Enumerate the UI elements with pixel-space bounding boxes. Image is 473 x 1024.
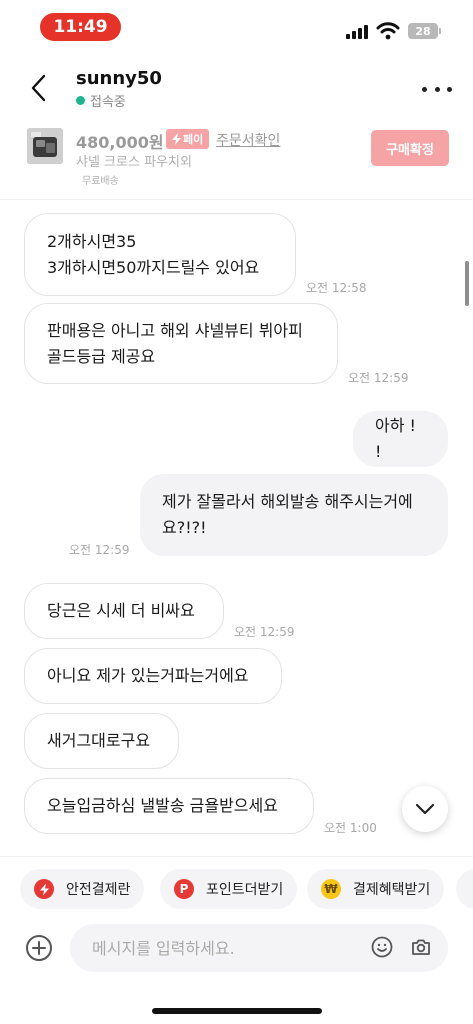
- cellular-signal-icon: [346, 25, 370, 39]
- message-line: 아니요 제가 있는거파는거에요: [47, 666, 249, 685]
- message-input-bar: [0, 922, 473, 978]
- message-text: 제가 잘몰라서 해외발송 해주시는거에요?!?!: [162, 489, 413, 541]
- pay-badge: 페이: [166, 129, 210, 149]
- product-thumbnail[interactable]: [27, 128, 63, 164]
- add-attachment-button[interactable]: [26, 935, 52, 961]
- message-bubble[interactable]: 2개하시면35 3개하시면50까지드릴수 있어요: [24, 213, 296, 296]
- message-bubble[interactable]: 아니요 제가 있는거파는거에요: [24, 648, 282, 704]
- product-title: 샤넬 크로스 파우치외: [76, 155, 192, 170]
- chip-label: 포인트더받기: [206, 882, 284, 898]
- message-bubble[interactable]: 새거그대로구요: [24, 713, 179, 769]
- seller-name[interactable]: sunny50: [76, 68, 162, 89]
- message-line: 3개하시면50까지드릴수 있어요: [47, 257, 260, 277]
- product-info-bar: 480,000원 페이 주문서확인 샤넬 크로스 파우치외 무료배송 구매확정: [0, 120, 473, 200]
- wifi-icon: [376, 22, 400, 40]
- quick-action-bar: 안전결제란 P 포인트더받기 ₩ 결제혜택받기: [0, 856, 473, 920]
- more-options-button[interactable]: [422, 82, 452, 96]
- pay-badge-label: 페이: [183, 133, 204, 146]
- message-line: 오늘입금하심 낼발송 금욜받으세요: [47, 796, 278, 815]
- more-dot-icon: [447, 86, 452, 92]
- message-time: 오전 12:59: [348, 371, 409, 385]
- status-bar: 11:49 28: [0, 0, 473, 52]
- point-p-icon: P: [174, 879, 194, 899]
- message-bubble[interactable]: 당근은 시세 더 비싸요: [24, 583, 224, 639]
- message-text: 판매용은 아니고 해외 샤넬뷰티 뷔아피골드등급 제공요: [47, 318, 303, 370]
- safe-payment-chip[interactable]: 안전결제란: [20, 869, 145, 909]
- message-bubble-mine[interactable]: 아하 ! !: [353, 411, 448, 467]
- more-dot-icon: [434, 86, 440, 92]
- purchase-confirm-button[interactable]: 구매확정: [371, 130, 449, 166]
- payment-benefit-chip[interactable]: ₩ 결제혜택받기: [307, 869, 445, 909]
- message-time: 오전 12:58: [306, 281, 367, 295]
- message-time: 오전 12:59: [69, 543, 130, 557]
- message-line: 2개하시면35: [47, 231, 137, 251]
- camera-icon[interactable]: [410, 936, 432, 958]
- message-line: 판매용은 아니고 해외 샤넬뷰티 뷔아피: [47, 320, 303, 340]
- shipping-label: 무료배송: [82, 176, 119, 187]
- lightning-icon: [172, 133, 181, 145]
- overflow-chip[interactable]: [456, 869, 473, 909]
- chip-label: 안전결제란: [66, 882, 131, 898]
- message-text: 2개하시면35 3개하시면50까지드릴수 있어요: [47, 229, 259, 281]
- message-bubble[interactable]: 오늘입금하심 낼발송 금욜받으세요: [24, 778, 314, 834]
- emoji-icon[interactable]: [371, 936, 393, 958]
- product-price: 480,000원: [76, 133, 164, 152]
- order-check-link[interactable]: 주문서확인: [216, 130, 280, 150]
- battery-icon: 28: [408, 23, 438, 39]
- lightning-icon: [34, 879, 54, 899]
- home-indicator[interactable]: [152, 1008, 322, 1014]
- message-line: 당근은 시세 더 비싸요: [47, 601, 195, 620]
- message-line: 골드등급 제공요: [47, 346, 156, 366]
- more-dot-icon: [422, 86, 427, 92]
- chevron-down-icon: [415, 803, 435, 815]
- message-line: 새거그대로구요: [47, 731, 151, 750]
- online-status-dot: [76, 96, 85, 105]
- message-time: 오전 1:00: [324, 821, 377, 835]
- online-status-label: 접속중: [90, 95, 126, 110]
- message-line: 아하 ! !: [375, 416, 416, 461]
- scrollbar[interactable]: [465, 261, 469, 306]
- chat-header: sunny50 접속중: [0, 52, 473, 120]
- more-points-chip[interactable]: P 포인트더받기: [160, 869, 298, 909]
- message-line: 요?!?!: [162, 518, 207, 537]
- back-button[interactable]: [24, 72, 52, 104]
- message-line: 제가 잘몰라서 해외발송 해주시는거에: [162, 492, 413, 511]
- chevron-left-icon: [31, 74, 46, 102]
- scroll-to-bottom-button[interactable]: [402, 786, 448, 832]
- plus-icon: [32, 941, 46, 955]
- message-bubble[interactable]: 판매용은 아니고 해외 샤넬뷰티 뷔아피골드등급 제공요: [24, 303, 338, 384]
- product-image: [27, 128, 63, 164]
- status-time: 11:49: [40, 13, 121, 41]
- battery-tip: [439, 28, 441, 34]
- message-bubble-mine[interactable]: 제가 잘몰라서 해외발송 해주시는거에요?!?!: [140, 474, 448, 556]
- message-time: 오전 12:59: [234, 625, 295, 639]
- won-coin-icon: ₩: [321, 879, 341, 899]
- chip-label: 결제혜택받기: [353, 882, 431, 898]
